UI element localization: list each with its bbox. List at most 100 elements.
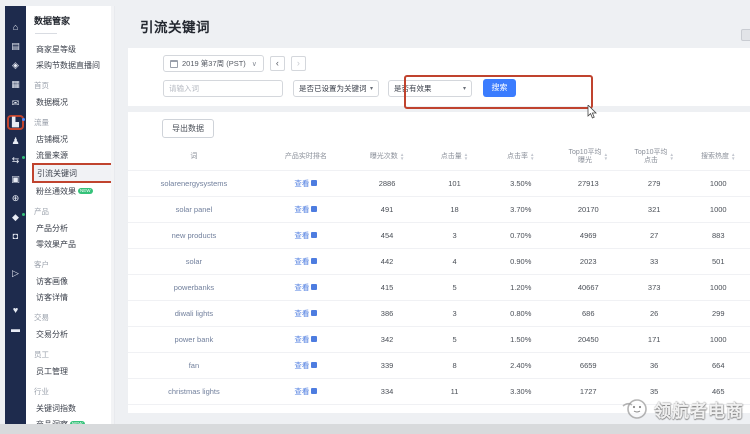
view-rank-link[interactable]: 查看 xyxy=(294,231,317,240)
search-heat-cell: 299 xyxy=(687,300,750,326)
export-data-button[interactable]: 导出数据 xyxy=(162,119,214,138)
keyword-cell[interactable]: christmas lights xyxy=(128,378,260,404)
keywords-table-panel: 导出数据 词产品实时排名曝光次数▲▼点击量▲▼点击率▲▼Top10平均曝光▲▼T… xyxy=(128,112,750,413)
home-icon[interactable]: ⌂ xyxy=(9,22,22,33)
messages-icon[interactable]: ✉ xyxy=(9,98,22,109)
keyword-cell[interactable]: powerbanks xyxy=(128,274,260,300)
global-icon[interactable]: ⊕ xyxy=(9,193,22,204)
view-rank-link[interactable]: 查看 xyxy=(294,335,317,344)
column-header[interactable]: 点击量▲▼ xyxy=(422,144,487,170)
sidebar-item[interactable]: 流量来源 xyxy=(34,147,114,163)
sidebar-item-label: 访客画像 xyxy=(36,277,68,286)
sidebar-item[interactable]: 商家星等级 xyxy=(34,41,114,57)
sidebar-scrollbar[interactable] xyxy=(111,6,114,424)
ctr-cell: 0.90% xyxy=(487,248,555,274)
security-icon[interactable]: ◈ xyxy=(9,60,22,71)
sort-icon[interactable]: ▲▼ xyxy=(530,153,534,161)
clicks-cell: 17 xyxy=(422,404,487,413)
icon-rail: ⌂ ▤ ◈ ▦ ✉ ▙ ♟ ⇆ ▣ ⊕ ◆ ◘ ▷ ♥ ▬ xyxy=(5,6,26,424)
external-link-icon xyxy=(311,232,317,238)
notification-dot xyxy=(22,118,25,121)
filter-row: 是否已设置为关键词 ▾ 是否有效果 ▾ 搜索 xyxy=(163,79,516,97)
table-row: solar查看44240.90%202333501 xyxy=(128,248,750,274)
keyword-cell[interactable]: solar xyxy=(128,248,260,274)
view-rank-link[interactable]: 查看 xyxy=(294,309,317,318)
column-header[interactable]: Top10平均曝光▲▼ xyxy=(555,144,622,170)
next-week-button[interactable]: › xyxy=(291,56,306,71)
share-icon[interactable]: ⇆ xyxy=(9,155,22,166)
orders-icon[interactable]: ▤ xyxy=(9,41,22,52)
media-icon[interactable]: ◘ xyxy=(9,231,22,242)
rank-view-cell: 查看 xyxy=(260,352,352,378)
ctr-cell: 0.80% xyxy=(487,300,555,326)
sidebar-item[interactable]: 访客详情 xyxy=(34,289,114,305)
keyword-cell[interactable]: new products xyxy=(128,222,260,248)
column-header[interactable]: Top10平均点击▲▼ xyxy=(622,144,687,170)
rank-view-cell: 查看 xyxy=(260,274,352,300)
external-link-icon xyxy=(311,310,317,316)
effective-dropdown-value: 是否有效果 xyxy=(394,83,432,94)
sidebar-menu: 商家星等级采购节数据直播间首页数据概况流量店铺概况流量来源引流关键词粉丝通效果N… xyxy=(34,41,114,424)
top10-clicks-cell: 33 xyxy=(622,248,687,274)
contacts-icon[interactable]: ♟ xyxy=(9,136,22,147)
sidebar-item[interactable]: 零效果产品 xyxy=(34,236,114,252)
effective-dropdown[interactable]: 是否有效果 ▾ xyxy=(388,80,472,97)
sidebar-item[interactable]: 采购节数据直播间 xyxy=(34,57,114,73)
keyword-set-dropdown[interactable]: 是否已设置为关键词 ▾ xyxy=(293,80,379,97)
sidebar-item[interactable]: 店铺概况 xyxy=(34,131,114,147)
favorites-icon[interactable]: ♥ xyxy=(9,305,22,316)
sidebar-item[interactable]: 关键词指数 xyxy=(34,400,114,416)
sort-icon[interactable]: ▲▼ xyxy=(669,153,673,161)
view-rank-link[interactable]: 查看 xyxy=(294,361,317,370)
apps-icon[interactable]: ▦ xyxy=(9,79,22,90)
view-rank-link[interactable]: 查看 xyxy=(294,205,317,214)
products-icon[interactable]: ▣ xyxy=(9,174,22,185)
sidebar-item[interactable]: 引流关键词 xyxy=(32,163,115,183)
notification-dot xyxy=(22,213,25,216)
column-header[interactable]: 曝光次数▲▼ xyxy=(352,144,422,170)
analytics-icon[interactable]: ▙ xyxy=(9,117,22,128)
keyword-cell[interactable]: solarenergysystems xyxy=(128,170,260,196)
sidebar-item-label: 采购节数据直播间 xyxy=(36,61,100,70)
sidebar-item[interactable]: 粉丝通效果NEW xyxy=(34,183,114,199)
external-link-icon xyxy=(311,362,317,368)
sort-icon[interactable]: ▲▼ xyxy=(731,153,735,161)
keywords-table: 词产品实时排名曝光次数▲▼点击量▲▼点击率▲▼Top10平均曝光▲▼Top10平… xyxy=(128,144,750,413)
sort-icon[interactable]: ▲▼ xyxy=(400,153,404,161)
view-rank-link[interactable]: 查看 xyxy=(294,257,317,266)
sidebar-section-label: 产品 xyxy=(34,206,114,217)
bottom-strip xyxy=(0,424,750,434)
search-button[interactable]: 搜索 xyxy=(483,79,516,97)
sort-icon[interactable]: ▲▼ xyxy=(604,153,608,161)
dropdown-arrow-icon: ▾ xyxy=(370,85,373,92)
prev-week-button[interactable]: ‹ xyxy=(270,56,285,71)
sidebar-item[interactable]: 数据概况 xyxy=(34,94,114,110)
sidebar-item[interactable]: 员工管理 xyxy=(34,363,114,379)
keyword-cell[interactable]: diwali lights xyxy=(128,300,260,326)
keyword-cell[interactable]: fan xyxy=(128,352,260,378)
column-header[interactable]: 搜索热度▲▼ xyxy=(687,144,750,170)
sidebar-section-label: 员工 xyxy=(34,349,114,360)
sort-icon[interactable]: ▲▼ xyxy=(464,153,468,161)
sidebar-item[interactable]: 产品分析 xyxy=(34,220,114,236)
keyword-input[interactable] xyxy=(163,80,283,97)
view-rank-link[interactable]: 查看 xyxy=(294,387,317,396)
chevron-down-icon: ∨ xyxy=(252,60,257,68)
keyword-cell[interactable]: power bank xyxy=(128,326,260,352)
work-icon[interactable]: ▬ xyxy=(9,324,22,335)
shopping-icon[interactable]: ◆ xyxy=(9,212,22,223)
toolbar-icon[interactable] xyxy=(741,29,750,41)
keyword-cell[interactable]: led strip lights xyxy=(128,404,260,413)
column-header[interactable]: 点击率▲▼ xyxy=(487,144,555,170)
sidebar-item-label: 粉丝通效果 xyxy=(36,187,76,196)
view-rank-link[interactable]: 查看 xyxy=(294,179,317,188)
sidebar-item[interactable]: 访客画像 xyxy=(34,273,114,289)
send-icon[interactable]: ▷ xyxy=(9,268,22,279)
sidebar-item[interactable]: 商品洞察NEW xyxy=(34,416,114,424)
view-rank-link[interactable]: 查看 xyxy=(294,283,317,292)
date-row: 2019 第37周 (PST) ∨ ‹ › xyxy=(163,55,306,72)
keyword-cell[interactable]: solar panel xyxy=(128,196,260,222)
week-select[interactable]: 2019 第37周 (PST) ∨ xyxy=(163,55,264,72)
sidebar-item[interactable]: 交易分析 xyxy=(34,326,114,342)
top10-exposure-cell: 1727 xyxy=(555,378,622,404)
